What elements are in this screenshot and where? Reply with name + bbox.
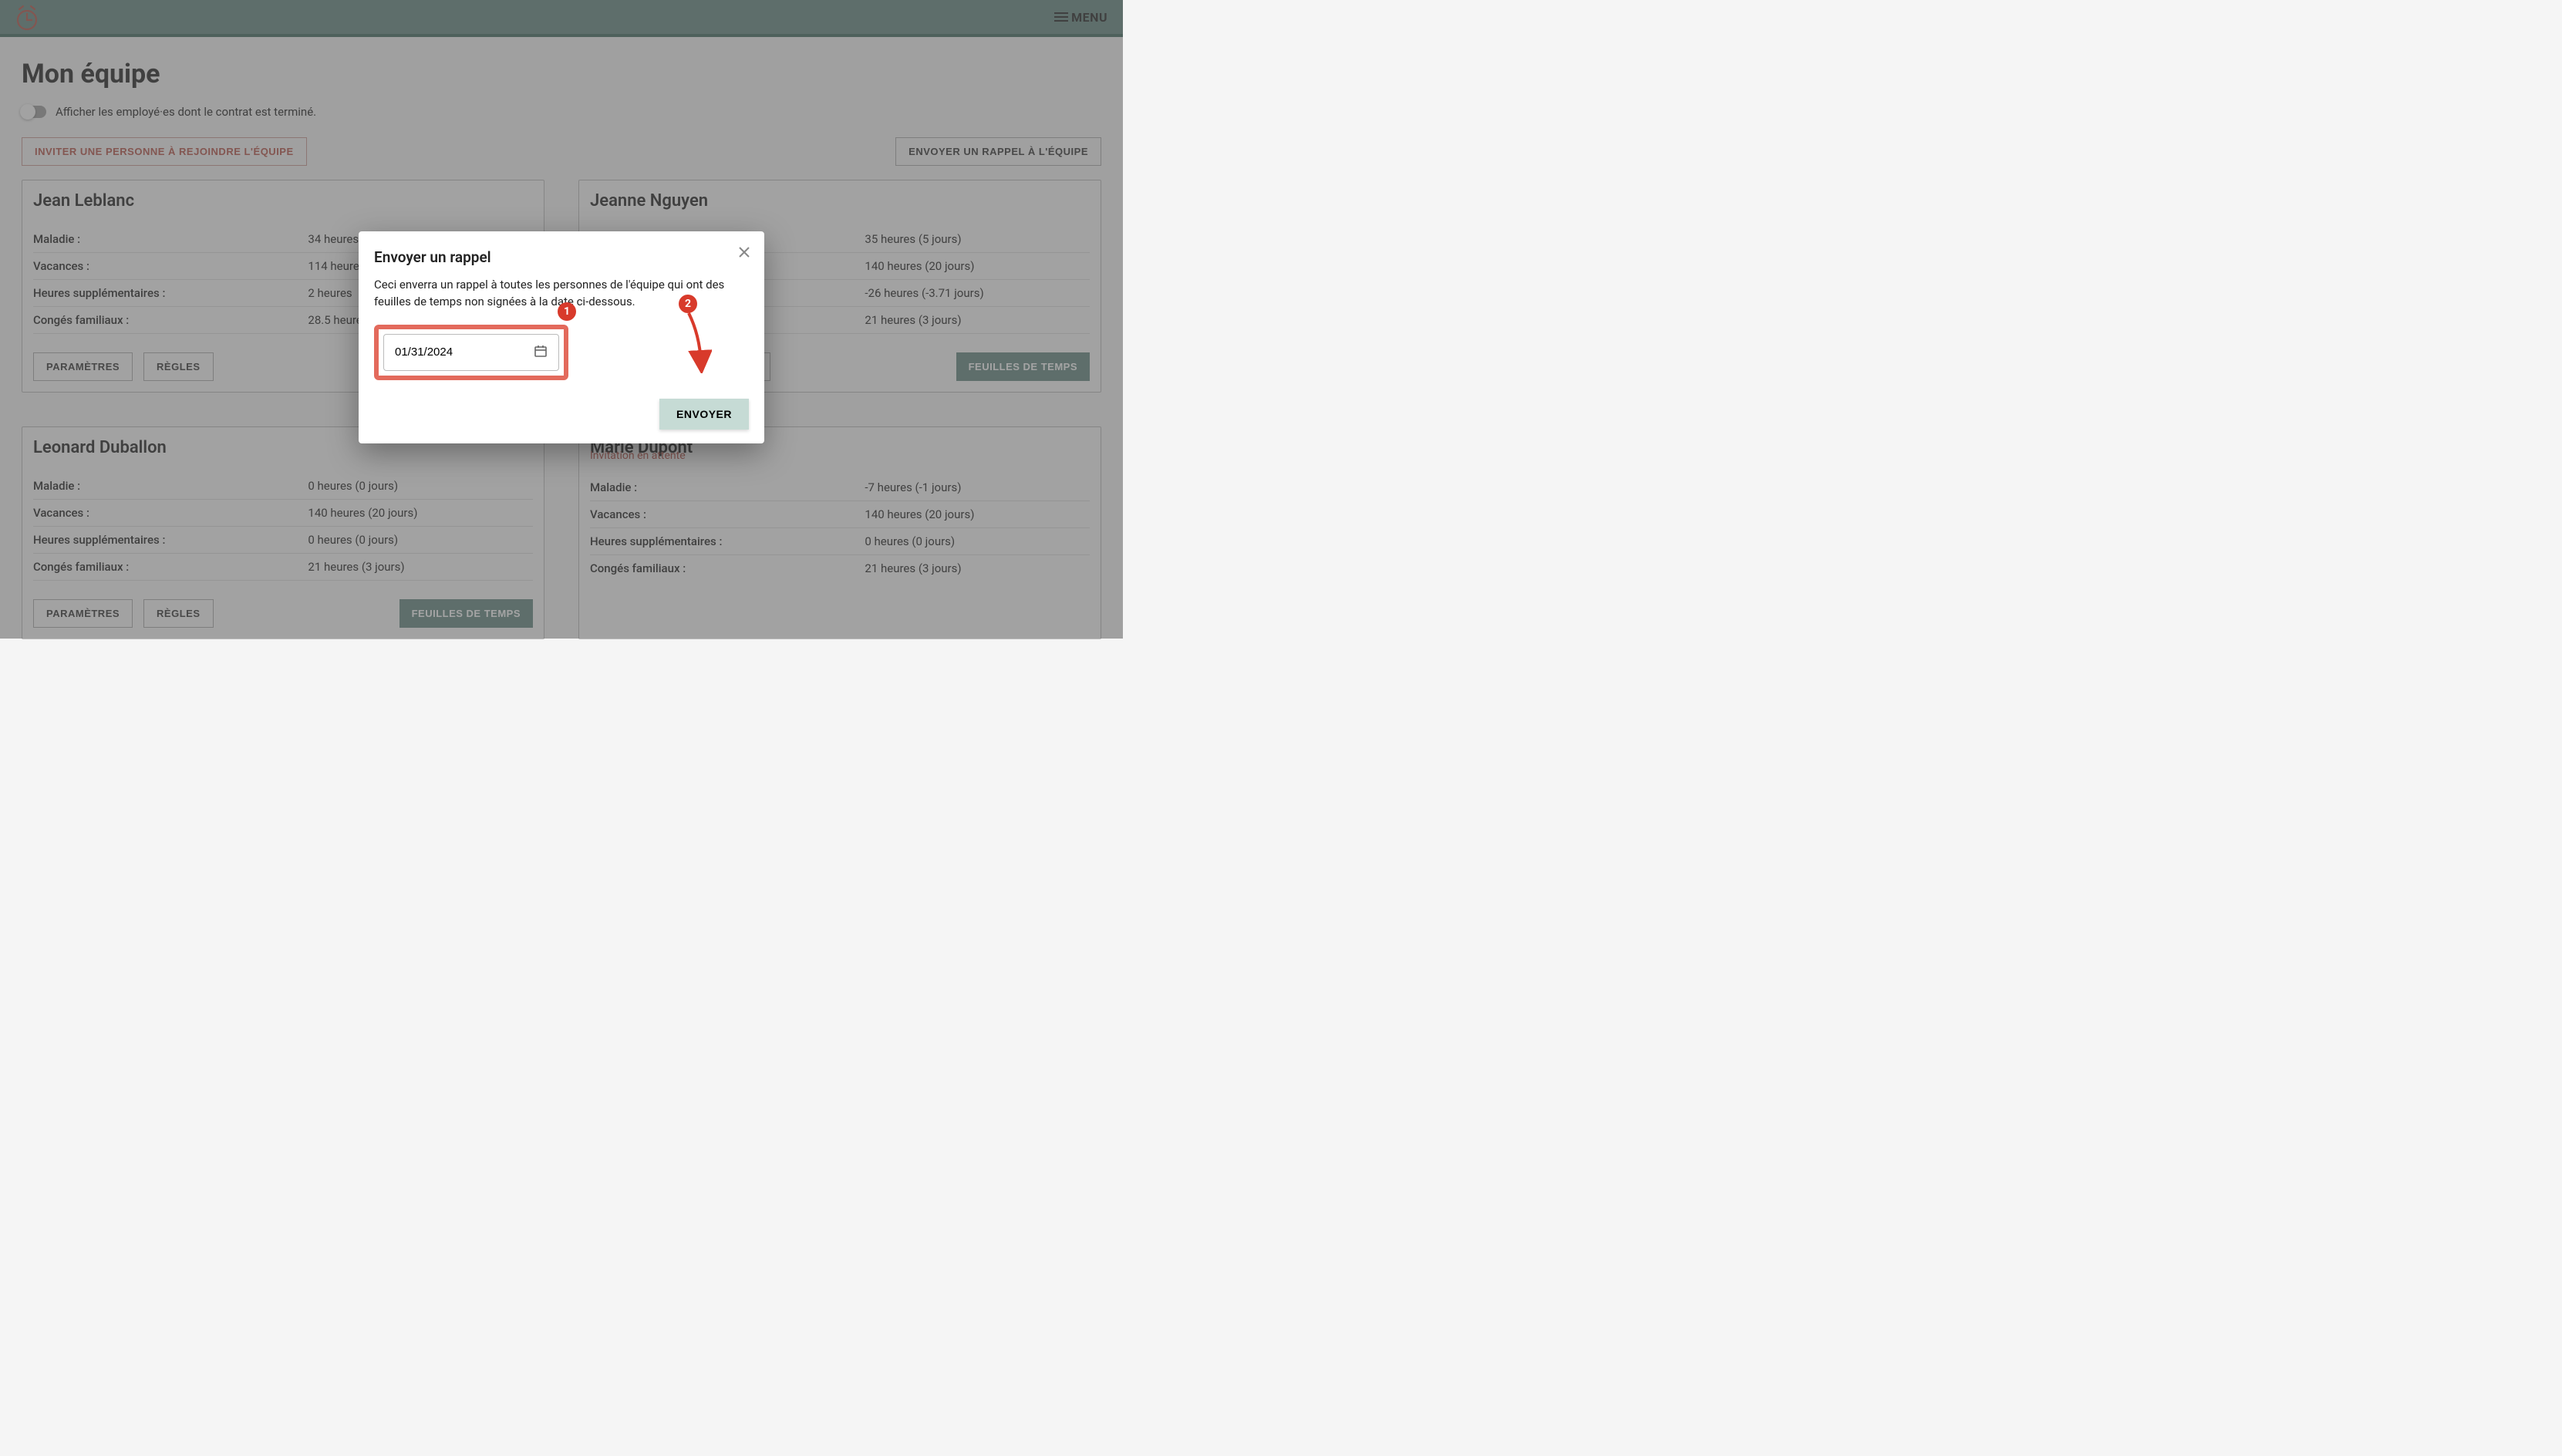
close-icon[interactable] <box>738 245 750 261</box>
send-button[interactable]: ENVOYER <box>659 399 749 430</box>
send-reminder-modal: Envoyer un rappel Ceci enverra un rappel… <box>359 231 764 443</box>
calendar-icon[interactable] <box>534 344 548 361</box>
modal-title: Envoyer un rappel <box>374 248 749 266</box>
date-highlight-annotation <box>374 325 568 380</box>
annotation-callout-2: 2 <box>679 295 697 313</box>
modal-overlay: Envoyer un rappel Ceci enverra un rappel… <box>0 0 1123 639</box>
annotation-arrow-icon <box>681 312 712 373</box>
annotation-callout-1: 1 <box>558 302 576 321</box>
reminder-date-input[interactable] <box>395 345 503 359</box>
modal-footer: ENVOYER <box>374 399 749 430</box>
reminder-date-field[interactable] <box>383 334 559 371</box>
